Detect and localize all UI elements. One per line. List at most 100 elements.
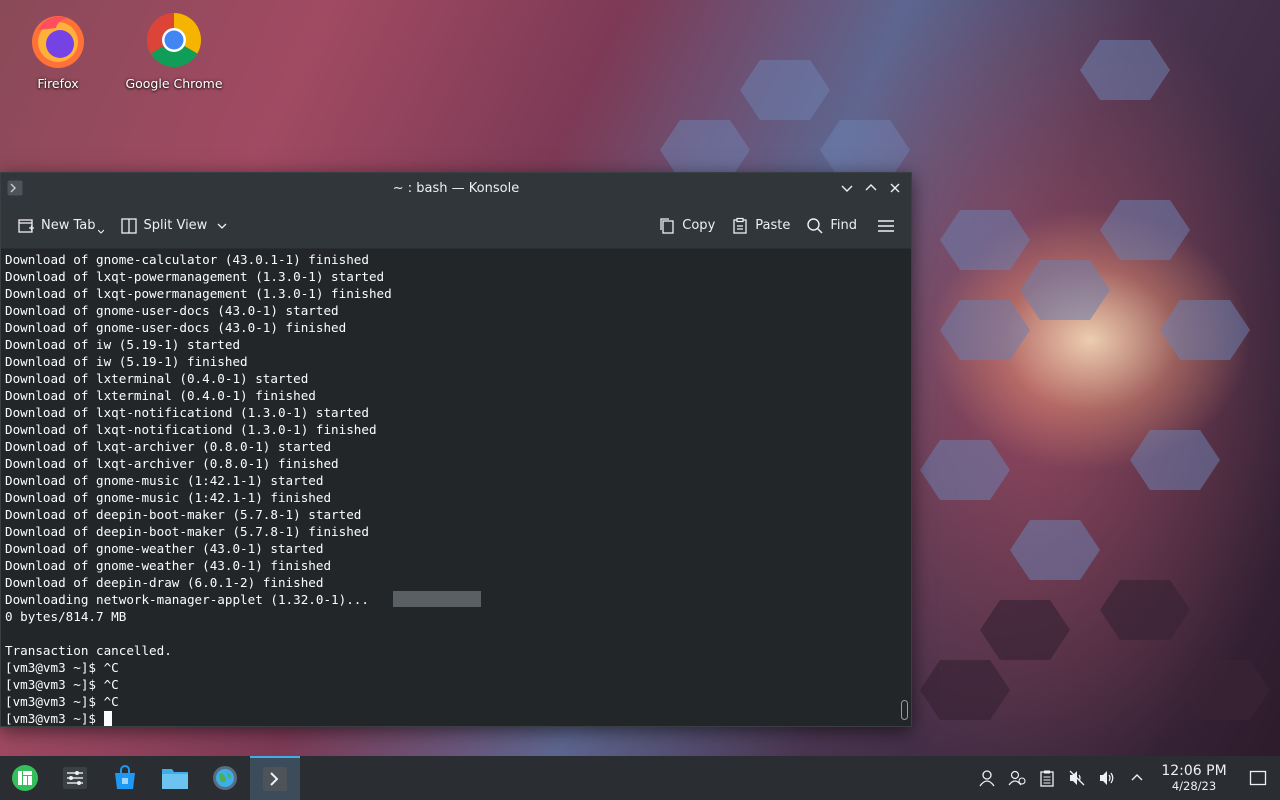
dropdown-indicator-icon bbox=[97, 229, 104, 234]
paste-icon bbox=[733, 217, 747, 234]
hamburger-menu-icon bbox=[878, 219, 894, 232]
terminal-line: Download of lxterminal (0.4.0-1) finishe… bbox=[5, 388, 316, 403]
user-icon bbox=[979, 770, 995, 787]
terminal-downloading-line: Downloading network-manager-applet (1.32… bbox=[5, 591, 893, 608]
find-label: Find bbox=[830, 218, 857, 233]
scrollbar-thumb[interactable] bbox=[901, 700, 908, 720]
paste-button[interactable]: Paste bbox=[723, 211, 798, 241]
volume-icon bbox=[1100, 771, 1114, 785]
terminal-current-prompt[interactable]: [vm3@vm3 ~]$ bbox=[5, 710, 893, 726]
terminal-bytes-line: 0 bytes/814.7 MB bbox=[5, 609, 127, 624]
desktop-icon-label: Google Chrome bbox=[125, 76, 223, 91]
terminal-line: Download of iw (5.19-1) started bbox=[5, 337, 241, 352]
terminal-line: Download of lxqt-archiver (0.8.0-1) star… bbox=[5, 439, 332, 454]
terminal-line: Download of gnome-user-docs (43.0-1) fin… bbox=[5, 320, 347, 335]
clock-date: 4/28/23 bbox=[1171, 779, 1217, 793]
mic-muted-tray-button[interactable] bbox=[1062, 756, 1092, 800]
new-tab-button[interactable]: New Tab bbox=[9, 211, 112, 241]
chevron-down-icon bbox=[217, 223, 227, 229]
terminal-line: Download of gnome-user-docs (43.0-1) sta… bbox=[5, 303, 339, 318]
prompt-text: [vm3@vm3 ~]$ bbox=[5, 711, 104, 726]
desktop-icon-firefox[interactable]: Firefox bbox=[3, 10, 113, 91]
show-desktop-button[interactable] bbox=[1236, 756, 1280, 800]
desktop-icon-chrome[interactable]: Google Chrome bbox=[119, 10, 229, 91]
terminal-line: Download of gnome-calculator (43.0.1-1) … bbox=[5, 252, 369, 267]
terminal-line: Download of deepin-draw (6.0.1-2) finish… bbox=[5, 575, 324, 590]
show-desktop-icon bbox=[1249, 770, 1267, 786]
split-view-button[interactable]: Split View bbox=[112, 211, 236, 241]
new-tab-icon bbox=[18, 218, 34, 233]
chevron-down-icon bbox=[841, 185, 853, 192]
speaker-muted-icon bbox=[1069, 770, 1085, 786]
terminal-prompt-line: [vm3@vm3 ~]$ ^C bbox=[5, 694, 119, 709]
terminal-line: Download of lxqt-archiver (0.8.0-1) fini… bbox=[5, 456, 339, 471]
find-button[interactable]: Find bbox=[798, 211, 865, 241]
terminal-line: Download of lxqt-notificationd (1.3.0-1)… bbox=[5, 405, 369, 420]
konsole-window: ~ : bash — Konsole New Tab Split View Co… bbox=[0, 172, 912, 727]
konsole-toolbar: New Tab Split View Copy Paste Find bbox=[1, 203, 911, 249]
desktop-icon-label: Firefox bbox=[37, 76, 79, 91]
terminal-line: Download of gnome-weather (43.0-1) start… bbox=[5, 541, 324, 556]
minimize-button[interactable] bbox=[837, 178, 857, 198]
discover-store-taskbar-button[interactable] bbox=[100, 756, 150, 800]
clipboard-tray-button[interactable] bbox=[1032, 756, 1062, 800]
terminal-prompt-line: [vm3@vm3 ~]$ ^C bbox=[5, 677, 119, 692]
taskbar: 12:06 PM 4/28/23 bbox=[0, 756, 1280, 800]
copy-label: Copy bbox=[682, 218, 716, 233]
clipboard-icon bbox=[1040, 770, 1054, 787]
clock-time: 12:06 PM bbox=[1161, 763, 1227, 779]
terminal-line: Download of gnome-music (1:42.1-1) finis… bbox=[5, 490, 332, 505]
chevron-up-icon bbox=[1131, 774, 1143, 781]
downloading-text: Downloading network-manager-applet (1.32… bbox=[5, 592, 369, 607]
folder-icon bbox=[162, 769, 188, 789]
close-icon bbox=[890, 183, 900, 193]
terminal-line: Download of deepin-boot-maker (5.7.8-1) … bbox=[5, 507, 362, 522]
terminal-output[interactable]: Download of gnome-calculator (43.0.1-1) … bbox=[1, 249, 897, 726]
terminal-line: Download of lxqt-notificationd (1.3.0-1)… bbox=[5, 422, 377, 437]
globe-gear-icon bbox=[213, 766, 237, 790]
download-progress-bar bbox=[392, 591, 481, 607]
hamburger-menu-button[interactable] bbox=[869, 211, 903, 241]
split-view-label: Split View bbox=[143, 218, 208, 233]
chrome-icon bbox=[146, 12, 202, 68]
terminal-cancel-line: Transaction cancelled. bbox=[5, 643, 172, 658]
manjaro-launcher-icon bbox=[12, 765, 38, 791]
konsole-app-icon bbox=[7, 180, 23, 196]
close-button[interactable] bbox=[885, 178, 905, 198]
firefox-icon bbox=[32, 16, 84, 68]
app-launcher-button[interactable] bbox=[0, 756, 50, 800]
system-tray: 12:06 PM 4/28/23 bbox=[972, 756, 1280, 800]
terminal-line: Download of lxterminal (0.4.0-1) started bbox=[5, 371, 309, 386]
new-tab-label: New Tab bbox=[41, 218, 96, 233]
maximize-button[interactable] bbox=[861, 178, 881, 198]
browser-taskbar-button[interactable] bbox=[200, 756, 250, 800]
split-view-icon bbox=[120, 217, 137, 234]
copy-icon bbox=[660, 217, 674, 234]
user-switch-tray-button[interactable] bbox=[1002, 756, 1032, 800]
terminal-line: Download of iw (5.19-1) finished bbox=[5, 354, 248, 369]
user-tray-button[interactable] bbox=[972, 756, 1002, 800]
konsole-taskbar-button[interactable] bbox=[250, 756, 300, 800]
terminal-line: Download of lxqt-powermanagement (1.3.0-… bbox=[5, 286, 392, 301]
window-titlebar[interactable]: ~ : bash — Konsole bbox=[1, 173, 911, 203]
system-settings-taskbar-button[interactable] bbox=[50, 756, 100, 800]
volume-tray-button[interactable] bbox=[1092, 756, 1122, 800]
paste-label: Paste bbox=[755, 218, 791, 233]
settings-sliders-icon bbox=[63, 767, 87, 789]
terminal-icon bbox=[263, 767, 287, 791]
terminal-line: Download of gnome-weather (43.0-1) finis… bbox=[5, 558, 332, 573]
file-manager-taskbar-button[interactable] bbox=[150, 756, 200, 800]
copy-button[interactable]: Copy bbox=[650, 211, 723, 241]
terminal-scrollbar[interactable] bbox=[897, 249, 911, 726]
terminal-line: Download of lxqt-powermanagement (1.3.0-… bbox=[5, 269, 385, 284]
digital-clock[interactable]: 12:06 PM 4/28/23 bbox=[1152, 763, 1236, 793]
terminal-line: Download of gnome-music (1:42.1-1) start… bbox=[5, 473, 324, 488]
tray-expander-button[interactable] bbox=[1122, 756, 1152, 800]
users-icon bbox=[1008, 770, 1026, 786]
search-icon bbox=[807, 217, 823, 234]
terminal-line: Download of deepin-boot-maker (5.7.8-1) … bbox=[5, 524, 369, 539]
text-cursor bbox=[103, 711, 112, 726]
window-title: ~ : bash — Konsole bbox=[392, 180, 520, 196]
chevron-up-icon bbox=[865, 184, 877, 191]
terminal-prompt-line: [vm3@vm3 ~]$ ^C bbox=[5, 660, 119, 675]
